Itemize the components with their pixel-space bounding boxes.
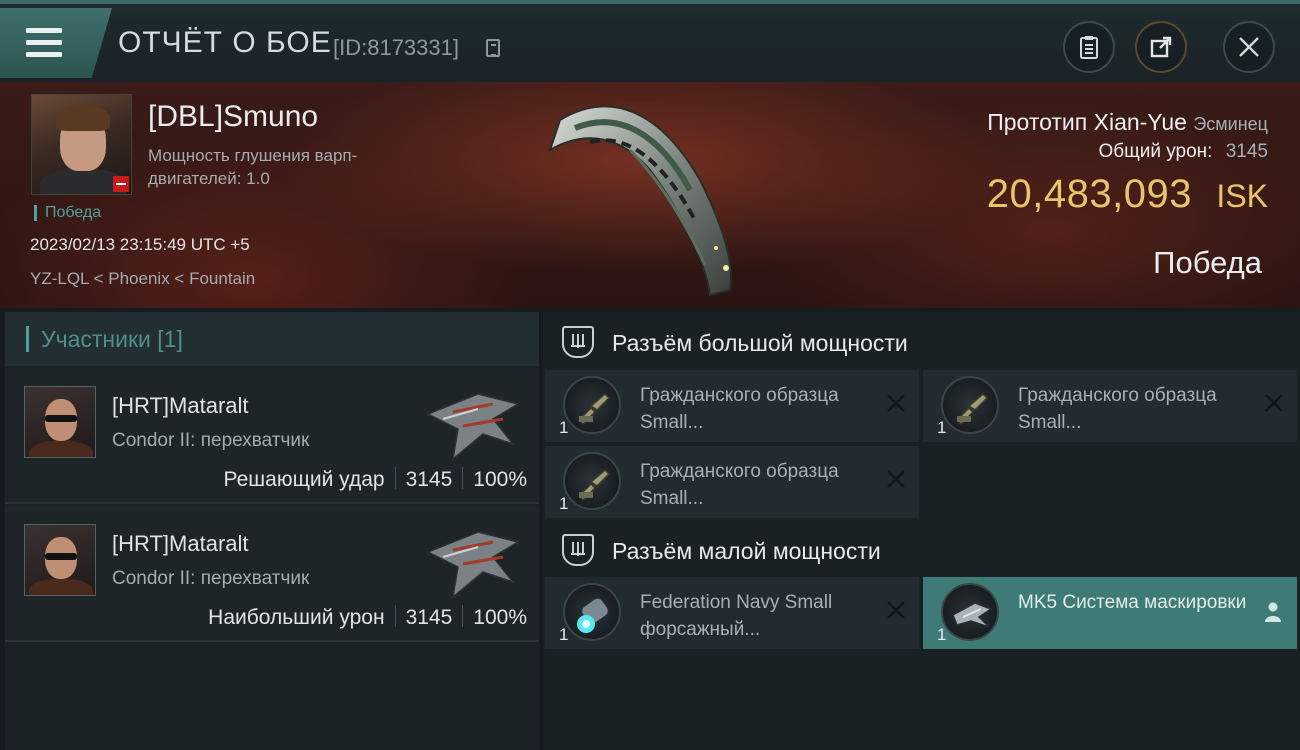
ship-name[interactable]: Прототип Xian-Yue: [987, 109, 1187, 135]
hamburger-icon[interactable]: [26, 28, 62, 58]
slot-shield-icon: [562, 534, 594, 566]
share-icon: [1150, 36, 1172, 58]
high-slot-header: Разъём большой мощности: [543, 314, 1300, 370]
participant-name: [HRT]Mataralt: [112, 393, 249, 418]
module-name: Federation Navy Small форсажный...: [640, 592, 833, 640]
participant-percent: 100%: [473, 468, 527, 491]
module-item-selected[interactable]: 1 MK5 Система маскировки: [923, 577, 1297, 649]
status-badge: Победа: [34, 205, 101, 221]
module-item[interactable]: 1 Гражданского образца Small...: [545, 446, 919, 518]
module-name: Гражданского образца Small...: [640, 461, 839, 509]
participant-stats: Наибольший урон 3145 100%: [208, 605, 527, 630]
cloak-icon: [941, 583, 999, 641]
remove-contact-icon[interactable]: [113, 176, 129, 192]
ship-class: Эсминец: [1193, 114, 1268, 134]
participant-portrait[interactable]: [24, 386, 96, 458]
participant-stats: Решающий удар 3145 100%: [224, 467, 527, 492]
x-icon: [887, 470, 905, 488]
module-quantity: 1: [559, 418, 569, 437]
module-quantity: 1: [559, 625, 569, 644]
report-id: [ID:8173331]: [333, 35, 459, 60]
module-item[interactable]: 1 Federation Navy Small форсажный...: [545, 577, 919, 649]
participants-title: Участники [1]: [41, 326, 183, 352]
participant-role: Решающий удар: [223, 468, 385, 491]
x-icon: [887, 394, 905, 412]
participant-percent: 100%: [473, 606, 527, 629]
participant-row[interactable]: [HRT]Mataralt Condor II: перехватчик Наи…: [5, 506, 539, 642]
participant-ship: Condor II: перехватчик: [112, 430, 310, 451]
module-quantity: 1: [559, 494, 569, 513]
victim-portrait[interactable]: [31, 94, 132, 195]
module-name: MK5 Система маскировки: [1018, 592, 1247, 613]
participant-damage: 3145: [405, 606, 453, 629]
isk-unit: ISK: [1216, 178, 1268, 214]
x-icon: [887, 601, 905, 619]
participant-role: Наибольший урон: [208, 606, 385, 629]
module-item[interactable]: 1 Гражданского образца Small...: [923, 370, 1297, 442]
turret-icon: [941, 376, 999, 434]
kill-summary: [DBL]Smuno Мощность глушения варп-двигат…: [0, 82, 1300, 308]
module-item[interactable]: 1 Гражданского образца Small...: [545, 370, 919, 442]
turret-icon: [563, 376, 621, 434]
module-quantity: 1: [937, 418, 947, 437]
module-name: Гражданского образца Small...: [640, 385, 839, 433]
location[interactable]: YZ-LQL < Phoenix < Fountain: [30, 269, 255, 289]
ship-image[interactable]: [530, 90, 760, 300]
module-quantity: 1: [937, 625, 947, 644]
participant-row[interactable]: [HRT]Mataralt Condor II: перехватчик Реш…: [5, 368, 539, 504]
high-slot-title: Разъём большой мощности: [612, 330, 908, 356]
low-slot-title: Разъём малой мощности: [612, 538, 881, 564]
total-damage: Общий урон: 3145: [1098, 141, 1268, 163]
clipboard-icon: [1080, 36, 1098, 59]
participants-header[interactable]: Участники [1]: [5, 312, 539, 366]
copy-icon[interactable]: [486, 39, 500, 57]
fitting-panel: Разъём большой мощности 1 Гражданского о…: [543, 312, 1300, 750]
header-bar: ОТЧЁТ О БОЕ [ID:8173331]: [0, 0, 1300, 82]
participants-panel: Участники [1] [HRT]Mataralt Condor II: п…: [5, 312, 539, 750]
isk-value-line: 20,483,093 ISK: [987, 172, 1268, 217]
participant-damage: 3145: [405, 468, 453, 491]
slot-shield-icon: [562, 326, 594, 358]
menu-button[interactable]: [0, 8, 112, 78]
warp-scram-strength: Мощность глушения варп-двигателей: 1.0: [148, 146, 358, 188]
participant-portrait[interactable]: [24, 524, 96, 596]
close-button[interactable]: [1223, 21, 1275, 73]
share-button[interactable]: [1135, 21, 1187, 73]
person-icon[interactable]: [1263, 601, 1283, 623]
close-icon: [1239, 37, 1259, 57]
result-label: Победа: [1153, 245, 1262, 280]
afterburner-icon: [563, 583, 621, 641]
clipboard-button[interactable]: [1063, 21, 1115, 73]
low-slot-header: Разъём малой мощности: [543, 522, 1300, 578]
total-damage-label: Общий урон:: [1098, 141, 1213, 162]
timestamp: 2023/02/13 23:15:49 UTC +5: [30, 235, 250, 254]
victim-name[interactable]: [DBL]Smuno: [148, 100, 318, 134]
participant-ship-image: [426, 531, 520, 599]
ship-name-line[interactable]: Прототип Xian-Yue Эсминец: [987, 109, 1268, 136]
participant-ship: Condor II: перехватчик: [112, 568, 310, 589]
turret-icon: [563, 452, 621, 510]
module-name: Гражданского образца Small...: [1018, 385, 1217, 433]
participant-ship-image: [426, 393, 520, 461]
total-damage-value: 3145: [1225, 141, 1268, 162]
x-icon: [1265, 394, 1283, 412]
participant-name: [HRT]Mataralt: [112, 531, 249, 556]
isk-value: 20,483,093: [986, 172, 1192, 216]
page-title: ОТЧЁТ О БОЕ: [118, 26, 332, 59]
